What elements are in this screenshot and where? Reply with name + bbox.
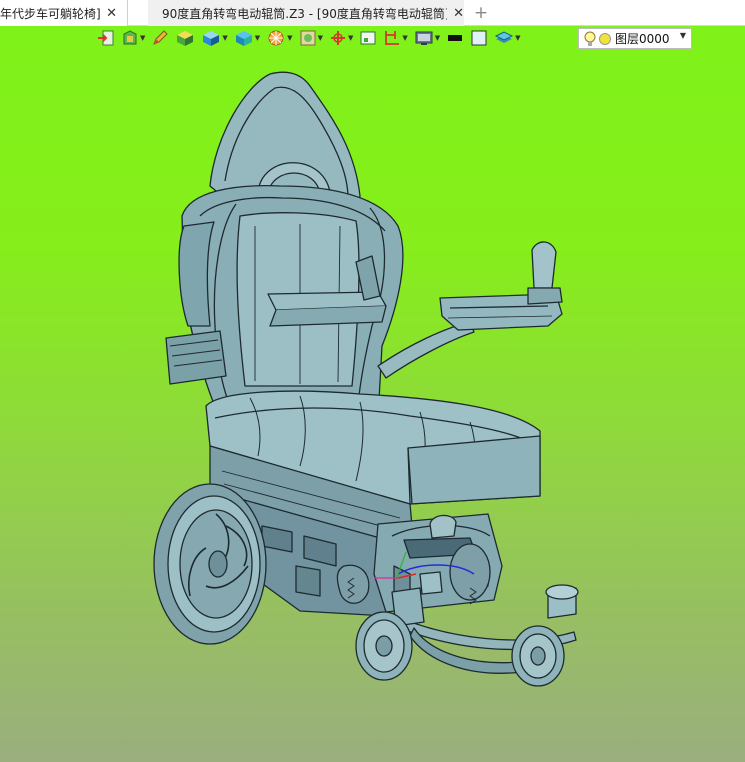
document-tab-bar: 年代步车可躺轮椅] ✕ 90度直角转弯电动辊筒.Z3 - [90度直角转弯电动辊… [0,0,745,26]
wheelchair-model[interactable] [0,26,745,762]
3d-viewport[interactable]: ▼ ▼ ▼ ▼ ▼ ▼ ▼ ▼ ▼ 图层0000 ▼ [0,26,745,762]
close-icon[interactable]: ✕ [453,7,464,20]
tab-wheelchair[interactable]: 年代步车可躺轮椅] ✕ [0,0,128,26]
new-tab-button[interactable]: + [471,2,491,24]
tab-title: 90度直角转弯电动辊筒.Z3 - [90度直角转弯电动辊筒] [162,6,448,21]
tab-roller[interactable]: 90度直角转弯电动辊筒.Z3 - [90度直角转弯电动辊筒] ✕ [148,0,464,26]
close-icon[interactable]: ✕ [106,7,117,20]
tab-title: 年代步车可躺轮椅] [0,6,101,21]
